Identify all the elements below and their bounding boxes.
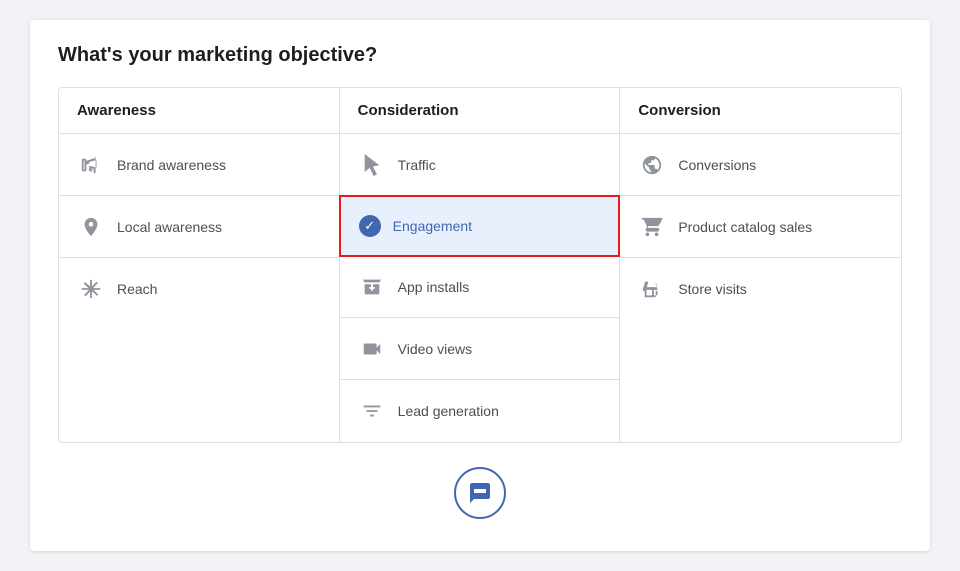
globe-icon (638, 151, 666, 179)
conversions-label: Conversions (678, 157, 756, 173)
cart-icon (638, 213, 666, 241)
megaphone-icon (77, 151, 105, 179)
app-installs-item[interactable]: App installs (340, 256, 620, 318)
brand-awareness-label: Brand awareness (117, 157, 226, 173)
local-awareness-item[interactable]: Local awareness (59, 196, 339, 258)
app-installs-label: App installs (398, 279, 470, 295)
store-visits-label: Store visits (678, 281, 746, 297)
bottom-area (58, 467, 902, 519)
reach-item[interactable]: Reach (59, 258, 339, 320)
conversions-item[interactable]: Conversions (620, 134, 901, 196)
engagement-item[interactable]: ✓ Engagement (339, 195, 621, 257)
traffic-item[interactable]: Traffic (340, 134, 620, 196)
cursor-icon (358, 151, 386, 179)
box-icon (358, 273, 386, 301)
traffic-label: Traffic (398, 157, 436, 173)
filter-icon (358, 397, 386, 425)
video-views-label: Video views (398, 341, 472, 357)
local-awareness-label: Local awareness (117, 219, 222, 235)
awareness-column: Awareness Brand awareness Local awarenes… (59, 88, 340, 442)
store-visits-item[interactable]: Store visits (620, 258, 901, 320)
product-catalog-sales-item[interactable]: Product catalog sales (620, 196, 901, 258)
reach-label: Reach (117, 281, 157, 297)
objectives-grid: Awareness Brand awareness Local awarenes… (58, 87, 902, 443)
chat-support-button[interactable] (454, 467, 506, 519)
lead-generation-label: Lead generation (398, 403, 499, 419)
chat-icon (468, 481, 492, 505)
lead-generation-item[interactable]: Lead generation (340, 380, 620, 442)
awareness-header: Awareness (59, 88, 339, 134)
location-icon (77, 213, 105, 241)
product-catalog-sales-label: Product catalog sales (678, 219, 812, 235)
main-container: What's your marketing objective? Awarene… (30, 20, 930, 551)
consideration-header: Consideration (340, 88, 620, 134)
consideration-column: Consideration Traffic ✓ Engagement (340, 88, 621, 442)
conversion-header: Conversion (620, 88, 901, 134)
video-icon (358, 335, 386, 363)
video-views-item[interactable]: Video views (340, 318, 620, 380)
brand-awareness-item[interactable]: Brand awareness (59, 134, 339, 196)
check-circle-icon: ✓ (359, 215, 381, 237)
engagement-label: Engagement (393, 218, 472, 234)
store-icon (638, 275, 666, 303)
asterisk-icon (77, 275, 105, 303)
page-title: What's your marketing objective? (58, 44, 902, 67)
conversion-column: Conversion Conversions Product catalog s… (620, 88, 901, 442)
